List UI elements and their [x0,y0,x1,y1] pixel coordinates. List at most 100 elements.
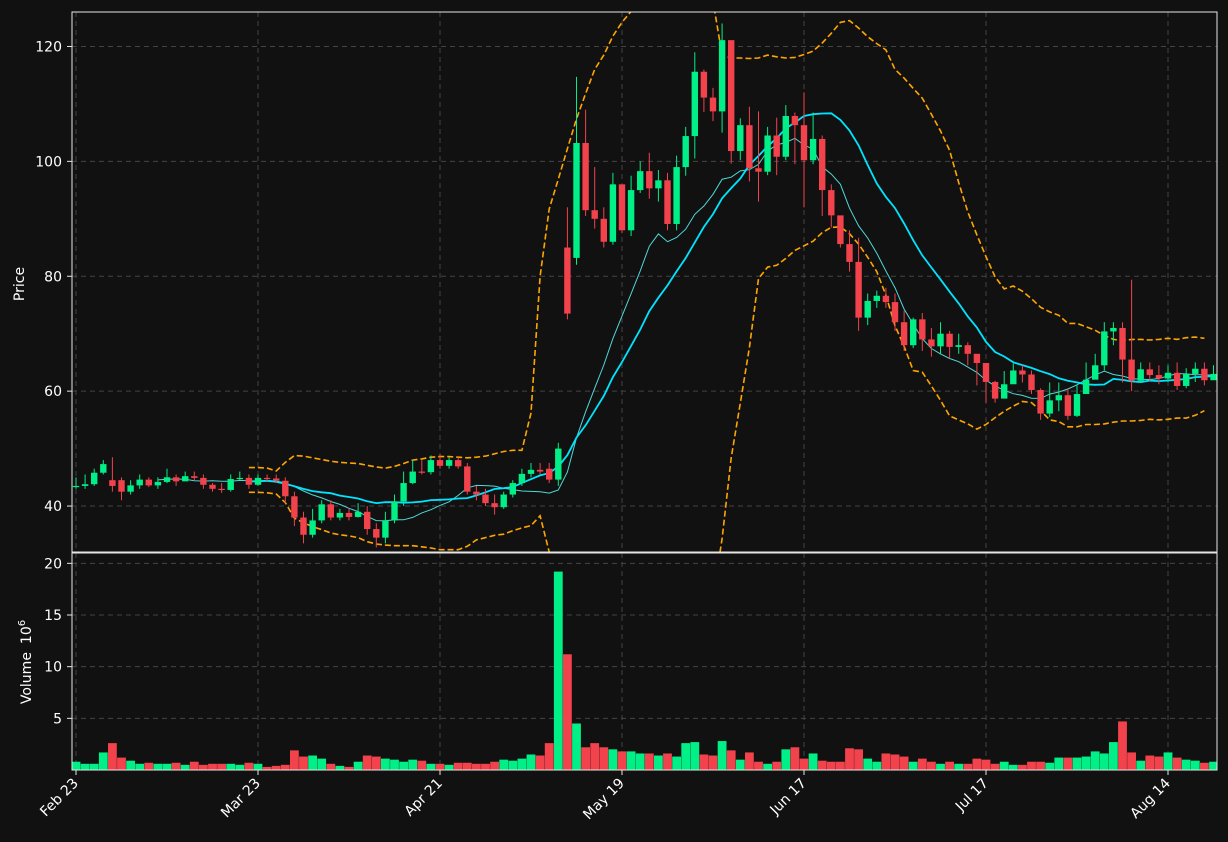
volume-bar [535,755,545,770]
candle-body [546,468,553,480]
volume-bar [663,753,672,770]
chart-background [0,0,1228,842]
candle-body [364,511,371,530]
candle-body [318,504,325,521]
candle-body [1173,372,1181,386]
candle-body [491,503,498,508]
candle-body [100,464,107,473]
volume-bar [517,758,527,770]
volume-bar [972,758,982,770]
candle-body [1146,369,1153,376]
candle-body [263,477,271,480]
candle-body [336,512,344,518]
volume-bar [72,761,81,770]
candle-body [327,504,334,518]
volume-bar [881,753,891,770]
candle-body [1028,374,1035,390]
volume-bar [1099,753,1109,770]
candle-body [646,171,653,189]
candle-body [191,476,198,478]
candle-body [1010,370,1017,385]
candle [618,184,626,234]
candle-body [109,480,116,486]
candle-body [600,218,607,242]
volume-axis-exponent-power: 6 [17,620,28,626]
volume-bar [735,759,745,770]
volume-bar [908,761,918,770]
volume-bar [945,761,954,770]
volume-bar [444,764,454,770]
candle-body [1055,395,1062,401]
candle-body [709,97,717,112]
volume-bar [863,758,873,770]
volume-bar [826,761,836,770]
candle-body [445,460,453,466]
volume-bar [681,743,691,770]
volume-bar [808,753,818,770]
candle-body [473,491,480,495]
candle-body [828,190,835,216]
volume-bar [226,763,236,770]
volume-tick-label: 10 [44,660,62,676]
volume-bar [208,763,217,770]
candle-body [991,381,999,399]
candle-body [227,479,234,490]
volume-bar [399,761,408,770]
volume-axis-exponent-base: 10 [19,626,35,644]
volume-bar [1027,761,1036,770]
candle-body [718,40,726,112]
volume-bar [1036,761,1045,770]
volume-bar [126,760,135,770]
volume-bar [981,759,991,770]
volume-bar [426,763,436,770]
volume-bar [1190,760,1200,770]
volume-bar [781,749,791,770]
volume-bar [990,763,1000,770]
candle-body [163,477,171,482]
volume-bar [672,756,681,770]
candle-body [254,477,262,485]
volume-bar [1181,759,1191,770]
candle-body [500,494,507,508]
candle-body [964,345,971,354]
candle-body [209,484,216,489]
volume-bar [180,764,190,770]
volume-bar [1172,757,1182,770]
candle-body [982,363,990,382]
volume-bar [745,752,754,770]
volume-bar [244,762,254,770]
volume-bar [845,748,854,770]
candle-body [1192,368,1199,374]
volume-bar [98,752,108,770]
candle-body [591,210,598,219]
volume-bar [371,756,381,770]
volume-bar [390,759,399,770]
candle-body [1037,390,1044,414]
candle-body [1001,384,1008,399]
candle-body [145,479,152,486]
volume-bar [608,749,618,770]
volume-bar [1109,742,1118,770]
candle-body [136,479,143,486]
volume-bar [408,759,418,770]
candle-body [245,477,253,485]
candle [555,442,562,486]
volume-bar [362,755,372,770]
candle-body [819,138,826,191]
candle-body [618,184,626,231]
candlestick-chart: 406080100120 5101520 Feb 23 Mar 23 Apr 21 M… [0,0,1228,842]
candle-body [855,261,862,318]
candle-body [345,512,353,517]
candle-body [928,339,935,347]
candle-body [218,488,225,491]
candle-body [81,484,89,486]
volume-bar [644,753,654,770]
candle-body [673,167,680,224]
volume-bar [108,743,117,770]
candle-body [837,215,844,245]
candle-body [182,476,189,482]
volume-bar [417,760,427,770]
candle-body [464,466,471,492]
candle-body [354,511,362,517]
candle-body [455,460,462,467]
